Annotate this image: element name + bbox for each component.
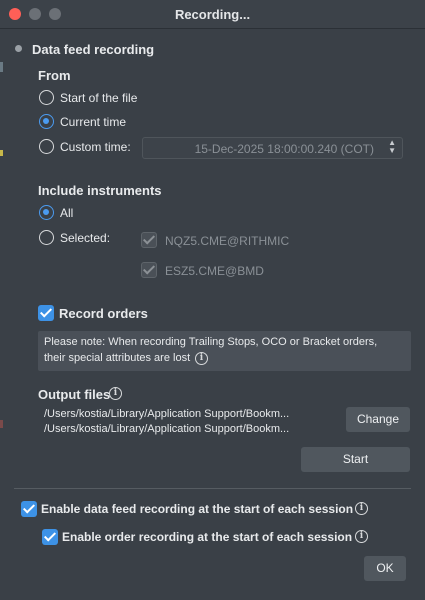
custom-time-value: 15-Dec-2025 18:00:00.240 (COT) [194, 142, 374, 156]
note-line-2: their special attributes are lost [44, 352, 191, 364]
radio-current-time[interactable] [39, 114, 54, 129]
enable-order-recording-label: Enable order recording at the start of e… [62, 530, 353, 544]
record-orders-checkbox[interactable] [38, 305, 54, 321]
instruments-label: Include instruments [38, 183, 162, 198]
enable-data-feed-recording-label: Enable data feed recording at the start … [41, 502, 354, 516]
output-file-path: /Users/kostia/Library/Application Suppor… [44, 423, 290, 435]
record-orders-note: Please note: When recording Trailing Sto… [38, 331, 411, 371]
enable-data-feed-recording-checkbox[interactable] [21, 501, 37, 517]
custom-time-field[interactable]: 15-Dec-2025 18:00:00.240 (COT) ▲ ▼ [142, 137, 403, 159]
radio-instruments-selected-label: Selected: [60, 231, 111, 245]
section-heading: Data feed recording [32, 42, 155, 57]
title-bar: Recording... [0, 0, 425, 29]
info-icon[interactable]: i [355, 530, 368, 543]
radio-start-of-file[interactable] [39, 90, 54, 105]
background-edge [0, 420, 3, 428]
section-bullet-icon [15, 45, 22, 52]
record-orders-label: Record orders [59, 306, 148, 321]
background-edge [0, 150, 3, 156]
radio-start-of-file-label: Start of the file [60, 91, 138, 105]
ok-button[interactable]: OK [364, 556, 406, 581]
divider [14, 488, 411, 489]
note-line-1: Please note: When recording Trailing Sto… [44, 336, 378, 348]
change-button[interactable]: Change [346, 407, 410, 432]
radio-instruments-all[interactable] [39, 205, 54, 220]
instrument-checkbox-es[interactable] [141, 262, 157, 278]
window-title: Recording... [174, 7, 251, 22]
custom-time-stepper-icon[interactable]: ▲ ▼ [388, 139, 396, 155]
radio-instruments-all-label: All [60, 206, 74, 220]
radio-custom-time[interactable] [39, 139, 54, 154]
start-button[interactable]: Start [301, 447, 410, 472]
background-edge [0, 62, 3, 72]
info-icon[interactable]: i [109, 387, 122, 400]
radio-current-time-label: Current time [60, 115, 127, 129]
info-icon[interactable]: i [195, 352, 208, 365]
from-label: From [38, 68, 71, 83]
instrument-label-es: ESZ5.CME@BMD [165, 264, 264, 278]
radio-custom-time-label: Custom time: [60, 140, 131, 154]
radio-instruments-selected[interactable] [39, 230, 54, 245]
output-file-path: /Users/kostia/Library/Application Suppor… [44, 408, 290, 420]
instrument-checkbox-nq[interactable] [141, 232, 157, 248]
instrument-label-nq: NQZ5.CME@RITHMIC [165, 234, 290, 248]
output-files-label: Output files [38, 387, 111, 402]
info-icon[interactable]: i [355, 502, 368, 515]
enable-order-recording-checkbox[interactable] [42, 529, 58, 545]
